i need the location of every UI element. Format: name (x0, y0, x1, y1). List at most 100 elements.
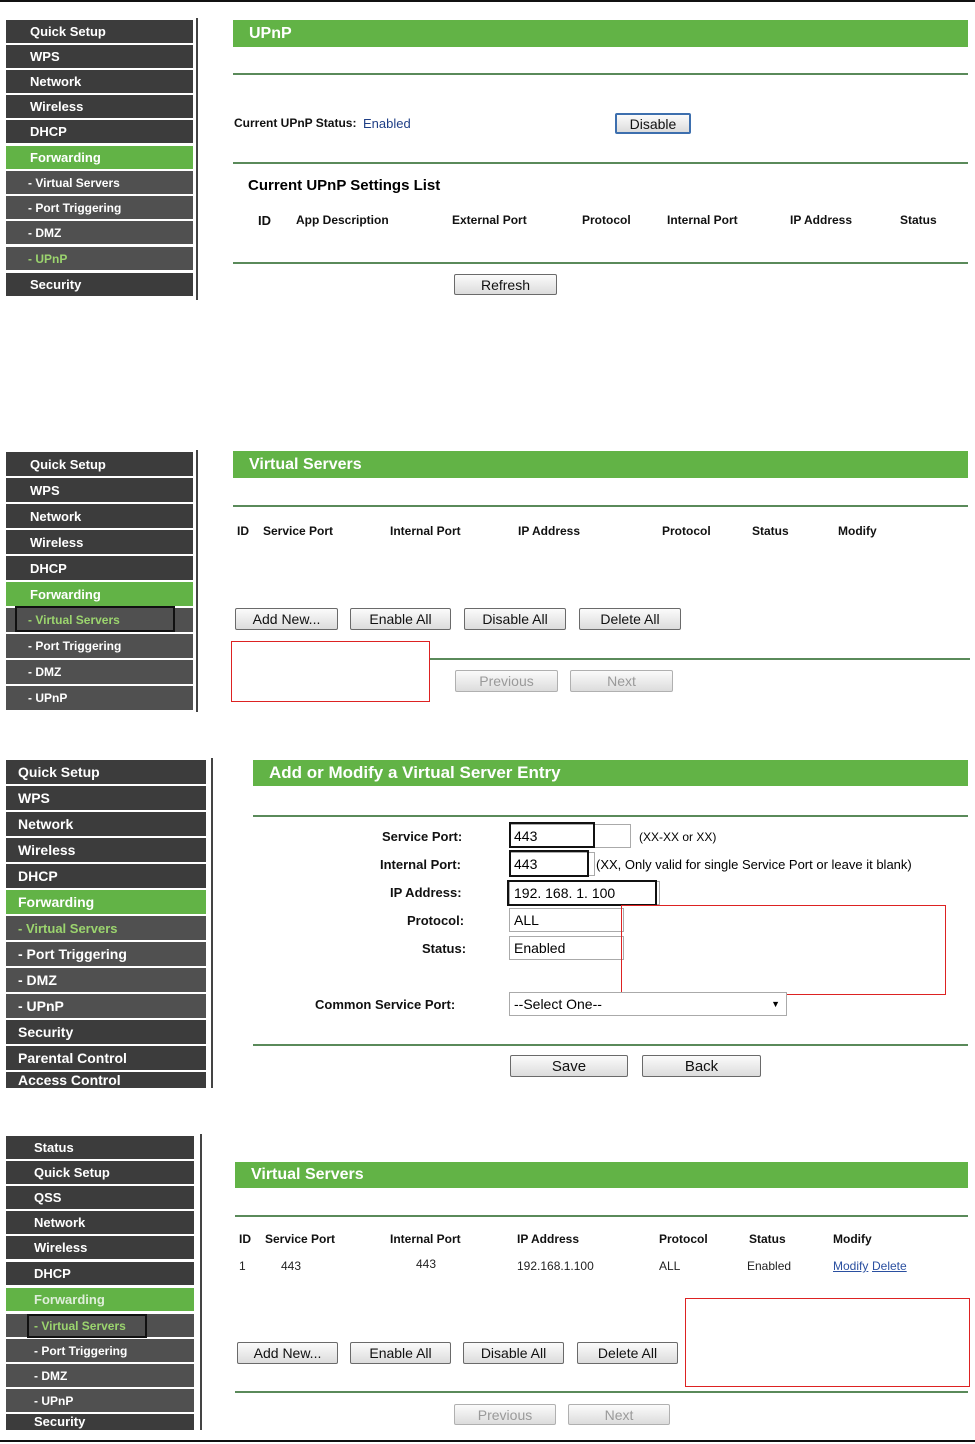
delete-all-button[interactable]: Delete All (579, 608, 681, 630)
previous-button[interactable]: Previous (454, 1404, 556, 1425)
service-port-label: Service Port: (382, 829, 463, 844)
sidebar-item-security[interactable]: Security (6, 1414, 194, 1430)
sidebar-item-security[interactable]: Security (6, 1020, 206, 1044)
upnp-status-value: Enabled (363, 116, 411, 131)
row-ip-address: 192.168.1.100 (517, 1259, 594, 1273)
sidebar-item-upnp[interactable]: - UPnP (6, 1389, 194, 1412)
sidebar-item-quick-setup[interactable]: Quick Setup (6, 760, 206, 784)
disable-button[interactable]: Disable (615, 113, 691, 134)
sidebar-item-wireless[interactable]: Wireless (6, 95, 193, 118)
sidebar-item-network[interactable]: Network (6, 812, 206, 836)
divider (253, 815, 968, 817)
panel1-sidebar: Quick Setup WPS Network Wireless DHCP Fo… (6, 18, 200, 300)
sidebar-item-dhcp[interactable]: DHCP (6, 864, 206, 888)
sidebar-item-wireless[interactable]: Wireless (6, 838, 206, 862)
protocol-select[interactable]: ALL (509, 908, 624, 932)
next-button[interactable]: Next (570, 670, 673, 692)
sidebar-item-dmz[interactable]: - DMZ (6, 660, 193, 684)
column-header: Status (900, 213, 937, 227)
sidebar-item-quick-setup[interactable]: Quick Setup (6, 1161, 194, 1184)
column-header: Status (749, 1232, 786, 1246)
delete-link[interactable]: Delete (872, 1259, 907, 1273)
common-service-port-select[interactable]: --Select One-- ▼ (509, 992, 787, 1016)
sidebar-item-port-triggering[interactable]: - Port Triggering (6, 942, 206, 966)
sidebar-item-virtual-servers[interactable]: - Virtual Servers (6, 171, 193, 194)
sidebar-item-port-triggering[interactable]: - Port Triggering (6, 1339, 194, 1362)
status-label: Status: (422, 941, 467, 956)
sidebar-item-forwarding[interactable]: Forwarding (6, 582, 193, 606)
sidebar-item-quick-setup[interactable]: Quick Setup (6, 20, 193, 43)
sidebar-item-quick-setup[interactable]: Quick Setup (6, 452, 193, 476)
sidebar-item-network[interactable]: Network (6, 504, 193, 528)
sidebar-item-qss[interactable]: QSS (6, 1186, 194, 1209)
enable-all-button[interactable]: Enable All (350, 1342, 451, 1364)
sidebar-item-upnp[interactable]: - UPnP (6, 247, 193, 270)
next-button[interactable]: Next (568, 1404, 670, 1425)
disable-all-button[interactable]: Disable All (463, 1342, 564, 1364)
sidebar-item-dmz[interactable]: - DMZ (6, 221, 193, 244)
sidebar-item-status[interactable]: Status (6, 1136, 194, 1159)
sidebar-item-security[interactable]: Security (6, 273, 193, 296)
column-header: Protocol (582, 213, 631, 227)
sidebar-item-port-triggering[interactable]: - Port Triggering (6, 634, 193, 658)
sidebar-item-forwarding[interactable]: Forwarding (6, 146, 193, 169)
sidebar-item-wps[interactable]: WPS (6, 786, 206, 810)
common-service-port-label: Common Service Port: (315, 997, 456, 1012)
row-status: Enabled (747, 1259, 792, 1273)
sidebar-divider (196, 450, 198, 712)
disable-all-button[interactable]: Disable All (464, 608, 566, 630)
highlight-box (507, 880, 657, 906)
sidebar-item-dhcp[interactable]: DHCP (6, 556, 193, 580)
row-service-port: 443 (281, 1259, 302, 1273)
sidebar-item-upnp[interactable]: - UPnP (6, 994, 206, 1018)
add-new-button[interactable]: Add New... (237, 1342, 338, 1364)
divider (233, 505, 968, 507)
sidebar-item-network[interactable]: Network (6, 1211, 194, 1234)
enable-all-button[interactable]: Enable All (350, 608, 451, 630)
sidebar-item-dmz[interactable]: - DMZ (6, 1364, 194, 1387)
sidebar-item-wps[interactable]: WPS (6, 45, 193, 68)
column-header: Service Port (263, 524, 334, 538)
sidebar-item-access-control[interactable]: Access Control (6, 1072, 206, 1088)
add-new-button[interactable]: Add New... (235, 608, 338, 630)
sidebar-item-wireless[interactable]: Wireless (6, 530, 193, 554)
divider (233, 162, 968, 164)
column-header: Service Port (265, 1232, 336, 1246)
modify-link[interactable]: Modify (833, 1259, 868, 1273)
sidebar-item-virtual-servers[interactable]: - Virtual Servers (6, 916, 206, 940)
column-header: ID (258, 213, 271, 228)
common-service-port-value: --Select One-- (514, 996, 602, 1012)
back-button[interactable]: Back (642, 1055, 761, 1077)
status-select[interactable]: Enabled (509, 936, 624, 960)
sidebar-item-network[interactable]: Network (6, 70, 193, 93)
internal-port-label: Internal Port: (380, 857, 461, 872)
sidebar-item-port-triggering[interactable]: - Port Triggering (6, 196, 193, 219)
save-button[interactable]: Save (510, 1055, 628, 1077)
sidebar-item-dhcp[interactable]: DHCP (6, 1262, 194, 1285)
ip-address-label: IP Address: (390, 885, 462, 900)
sidebar-item-forwarding[interactable]: Forwarding (6, 890, 206, 914)
sidebar-item-dmz[interactable]: - DMZ (6, 968, 206, 992)
delete-all-button[interactable]: Delete All (577, 1342, 678, 1364)
page-bottom-rule (0, 1440, 975, 1442)
page-title: Virtual Servers (233, 451, 968, 478)
refresh-button[interactable]: Refresh (454, 274, 557, 295)
callout-box (231, 641, 430, 702)
sidebar-item-upnp[interactable]: - UPnP (6, 686, 193, 710)
protocol-label: Protocol: (407, 913, 465, 928)
divider (235, 1215, 968, 1217)
divider (253, 1044, 968, 1046)
sidebar-item-wps[interactable]: WPS (6, 478, 193, 502)
sidebar-item-parental-control[interactable]: Parental Control (6, 1046, 206, 1070)
divider (233, 73, 968, 75)
divider (235, 1391, 968, 1393)
internal-port-hint: (XX, Only valid for single Service Port … (596, 857, 912, 872)
sidebar-item-wireless[interactable]: Wireless (6, 1236, 194, 1259)
row-id: 1 (239, 1259, 246, 1273)
sidebar-item-dhcp[interactable]: DHCP (6, 120, 193, 143)
previous-button[interactable]: Previous (455, 670, 558, 692)
column-header: IP Address (790, 213, 853, 227)
highlight-box (509, 850, 589, 877)
sidebar-item-forwarding[interactable]: Forwarding (6, 1288, 194, 1311)
page-title: Virtual Servers (235, 1162, 968, 1188)
